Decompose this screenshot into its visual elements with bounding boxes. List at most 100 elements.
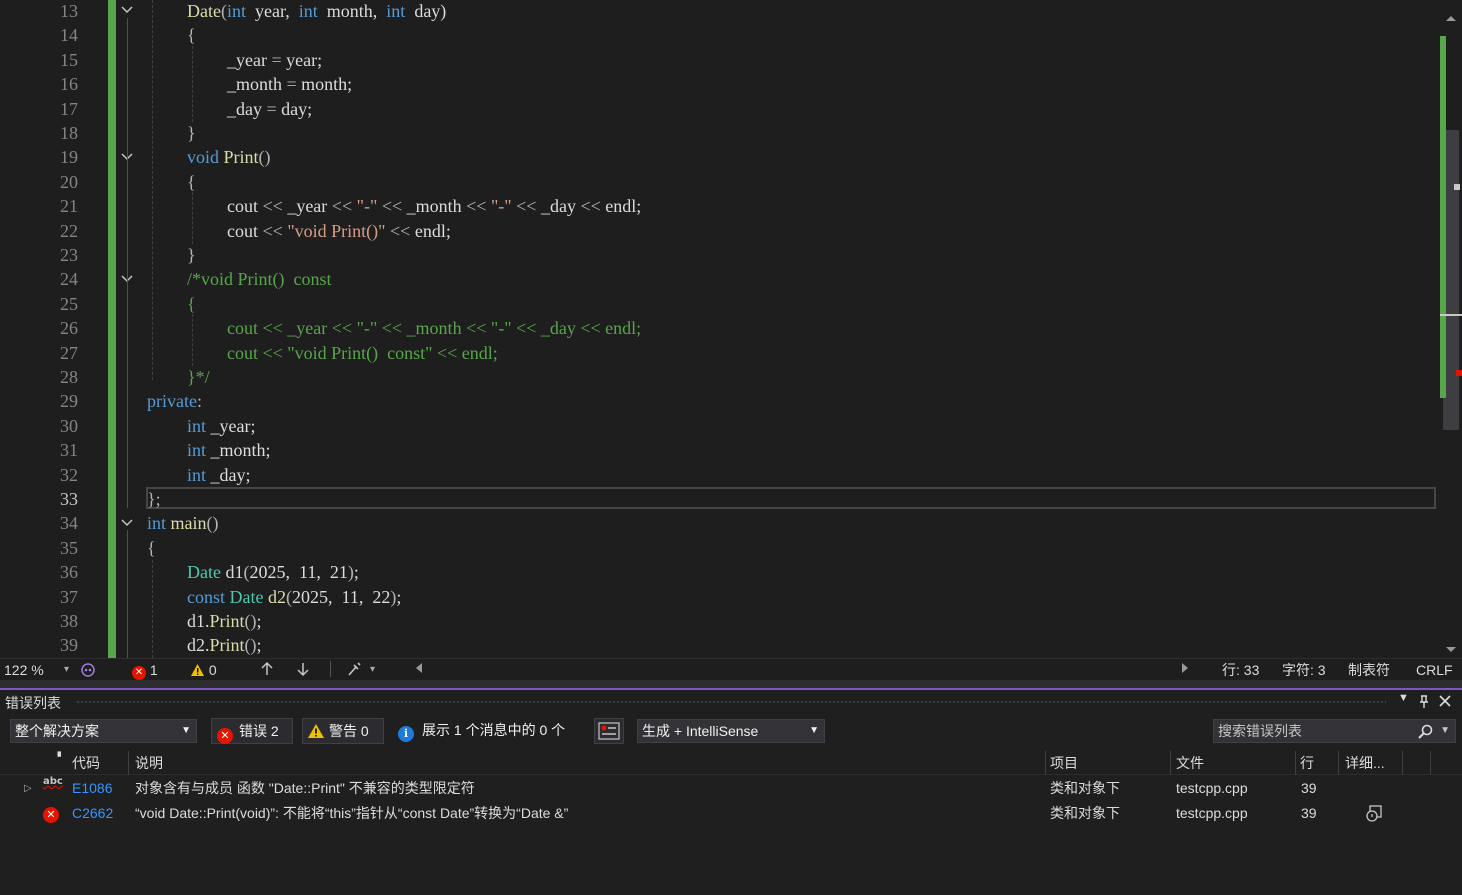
- column-divider[interactable]: [1045, 751, 1046, 775]
- column-divider[interactable]: [1295, 751, 1296, 775]
- indent-mode[interactable]: 制表符: [1348, 661, 1390, 679]
- column-divider[interactable]: [1338, 751, 1339, 775]
- column-header-project[interactable]: 项目: [1050, 751, 1078, 775]
- close-icon[interactable]: [1439, 695, 1451, 707]
- error-code-link[interactable]: E1086: [72, 776, 112, 801]
- code-token: <<: [262, 220, 288, 241]
- code-line[interactable]: cout << _year << "-" << _month << "-" <<…: [227, 316, 641, 340]
- code-line[interactable]: d2.Print();: [187, 633, 262, 657]
- info-icon: i: [398, 726, 414, 742]
- code-line[interactable]: int main(): [147, 511, 219, 535]
- search-icon: [1418, 724, 1433, 739]
- code-line[interactable]: void Print(): [187, 145, 271, 169]
- code-cleanup-icon[interactable]: ▾: [346, 661, 382, 679]
- code-line[interactable]: cout << "void Print() const" << endl;: [227, 341, 498, 365]
- code-token: cout: [227, 220, 263, 241]
- column-header-code[interactable]: 代码: [72, 751, 100, 775]
- code-token: year,: [246, 1, 299, 21]
- pin-icon[interactable]: [1417, 694, 1431, 710]
- code-line[interactable]: const Date d2(2025, 11, 22);: [187, 585, 401, 609]
- filter-toggle-button[interactable]: [594, 718, 624, 744]
- code-token: ;: [256, 611, 262, 631]
- editor-status-bar: 122 % ▾ ✕ 1 0 ▾ 行: 33 字符: 3 制表符 CRLF: [0, 658, 1462, 680]
- code-line[interactable]: private:: [147, 389, 202, 413]
- scope-value: 整个解决方案: [15, 723, 99, 739]
- online-help-icon[interactable]: [1365, 805, 1383, 830]
- code-line[interactable]: {: [147, 536, 156, 560]
- code-line[interactable]: };: [147, 487, 161, 511]
- code-line[interactable]: }: [187, 243, 196, 267]
- warning-count-indicator[interactable]: 0: [190, 661, 230, 679]
- messages-filter-button[interactable]: i 展示 1 个消息中的 0 个: [393, 718, 583, 744]
- scroll-right-icon[interactable]: [1180, 661, 1194, 679]
- panel-title: 错误列表: [5, 695, 61, 711]
- column-divider[interactable]: [128, 751, 129, 775]
- code-area[interactable]: Date(int year, int month, int day){_year…: [0, 0, 1440, 658]
- vertical-scrollbar[interactable]: [1440, 0, 1462, 658]
- code-line[interactable]: int _month;: [187, 438, 271, 462]
- error-row[interactable]: ▷ abc E1086 对象含有与成员 函数 "Date::Print" 不兼容…: [0, 776, 1462, 801]
- code-line[interactable]: _month = month;: [227, 72, 352, 96]
- code-token: cout << "void Print() const" << endl;: [227, 342, 498, 363]
- code-line[interactable]: _day = day;: [227, 97, 312, 121]
- dropdown-arrow-icon[interactable]: ▼: [1398, 692, 1409, 704]
- code-token: Date: [229, 586, 264, 607]
- code-line[interactable]: Date d1(2025, 11, 21);: [187, 560, 359, 584]
- code-line[interactable]: }*/: [187, 365, 210, 389]
- code-line[interactable]: d1.Print();: [187, 609, 262, 633]
- code-line[interactable]: cout << "void Print()" << endl;: [227, 219, 451, 243]
- code-line[interactable]: Date(int year, int month, int day): [187, 0, 446, 23]
- column-header-line[interactable]: 行: [1300, 751, 1314, 775]
- source-dropdown[interactable]: 生成 + IntelliSense ▼: [637, 719, 825, 743]
- scope-dropdown[interactable]: 整个解决方案 ▼: [10, 719, 197, 743]
- code-token: _month: [227, 74, 287, 95]
- errors-filter-button[interactable]: ✕ 错误 2: [211, 718, 293, 744]
- code-line[interactable]: {: [187, 23, 196, 47]
- expand-arrow-icon[interactable]: ▷: [24, 776, 32, 801]
- warnings-filter-button[interactable]: 警告 0: [302, 718, 384, 744]
- code-editor[interactable]: 13 14 15 16 17 18 19 20 21 22 23 24 25 26 27 28 29 30 31 32…: [0, 0, 1462, 658]
- column-divider[interactable]: [1170, 751, 1171, 775]
- scroll-up-icon[interactable]: [1444, 8, 1458, 27]
- search-input[interactable]: 搜索错误列表 ▼: [1213, 719, 1456, 743]
- error-code-link[interactable]: C2662: [72, 801, 113, 826]
- code-token: (): [244, 611, 257, 631]
- line-ending[interactable]: CRLF: [1416, 661, 1453, 679]
- search-placeholder: 搜索错误列表: [1218, 723, 1302, 739]
- error-count-indicator[interactable]: ✕ 1: [132, 661, 172, 680]
- code-line[interactable]: int _day;: [187, 463, 251, 487]
- code-token: 2025, 11, 22: [291, 586, 391, 607]
- zoom-dropdown[interactable]: 122 % ▾: [4, 661, 74, 679]
- error-row[interactable]: ✕ C2662 “void Date::Print(void)”: 不能将“th…: [0, 801, 1462, 826]
- code-line[interactable]: }: [187, 121, 196, 145]
- cursor-char-position[interactable]: 字符: 3: [1282, 661, 1326, 679]
- panel-splitter[interactable]: [0, 680, 1462, 690]
- error-line: 39: [1301, 780, 1317, 796]
- code-line[interactable]: _year = year;: [227, 48, 322, 72]
- arrow-up-icon[interactable]: [260, 661, 274, 679]
- code-token: <<: [262, 196, 288, 217]
- code-token: (): [206, 513, 219, 534]
- cursor-line-position[interactable]: 行: 33: [1222, 661, 1259, 679]
- column-header-description[interactable]: 说明: [135, 751, 163, 775]
- column-divider[interactable]: [1402, 751, 1403, 775]
- code-line[interactable]: {: [187, 292, 196, 316]
- code-line[interactable]: cout << _year << "-" << _month << "-" <<…: [227, 194, 641, 218]
- code-token: int: [187, 440, 207, 461]
- indent-guide: [192, 46, 193, 122]
- indent-guide: [152, 560, 153, 658]
- column-header-detail[interactable]: 详细...: [1345, 751, 1385, 775]
- fold-toggle-icon[interactable]: [119, 2, 135, 18]
- code-line[interactable]: /*void Print() const: [187, 267, 332, 291]
- scroll-left-icon[interactable]: [414, 661, 428, 679]
- arrow-down-icon[interactable]: [296, 661, 310, 679]
- fold-toggle-icon[interactable]: [119, 515, 135, 531]
- code-token: void: [187, 147, 220, 168]
- copilot-icon[interactable]: [80, 661, 96, 679]
- scroll-down-icon[interactable]: [1444, 640, 1458, 658]
- column-header-file[interactable]: 文件: [1176, 751, 1204, 775]
- code-line[interactable]: {: [187, 170, 196, 194]
- column-divider[interactable]: [1430, 751, 1431, 775]
- errors-filter-label: 错误 2: [239, 723, 279, 739]
- code-line[interactable]: int _year;: [187, 414, 256, 438]
